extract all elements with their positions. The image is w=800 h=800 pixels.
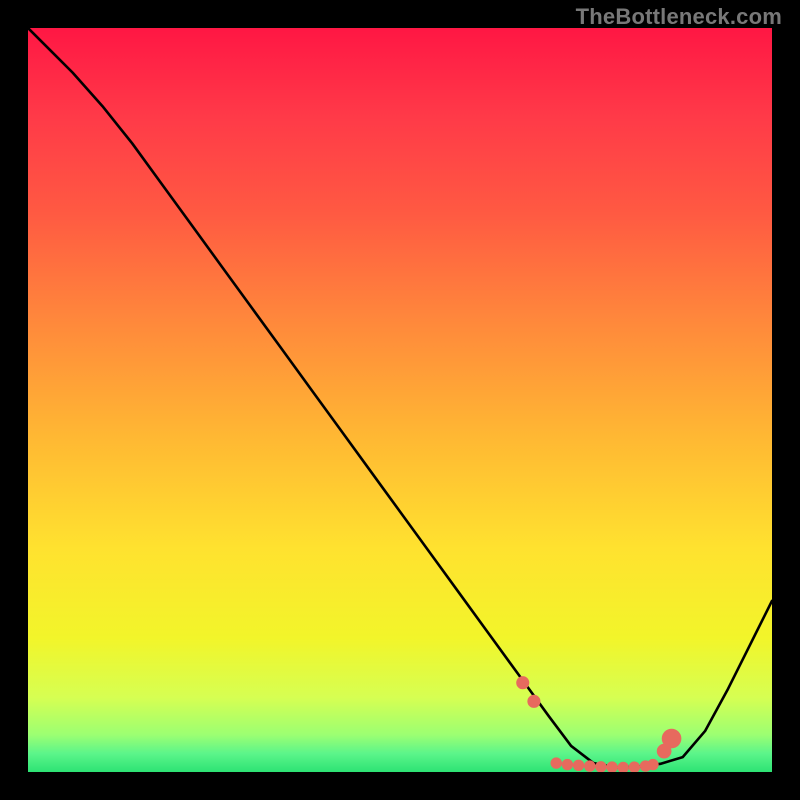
plot-area [28,28,772,772]
marker-dot [647,759,658,770]
marker-dot [527,695,540,708]
gradient-background [28,28,772,772]
marker-dot [662,729,682,749]
marker-dot [595,761,606,772]
watermark-label: TheBottleneck.com [576,4,782,30]
chart-frame: TheBottleneck.com [0,0,800,800]
marker-dot [573,760,584,771]
marker-dot [562,759,573,770]
marker-dot [516,676,529,689]
marker-dot [551,757,562,768]
chart-svg [28,28,772,772]
marker-dot [584,760,595,771]
